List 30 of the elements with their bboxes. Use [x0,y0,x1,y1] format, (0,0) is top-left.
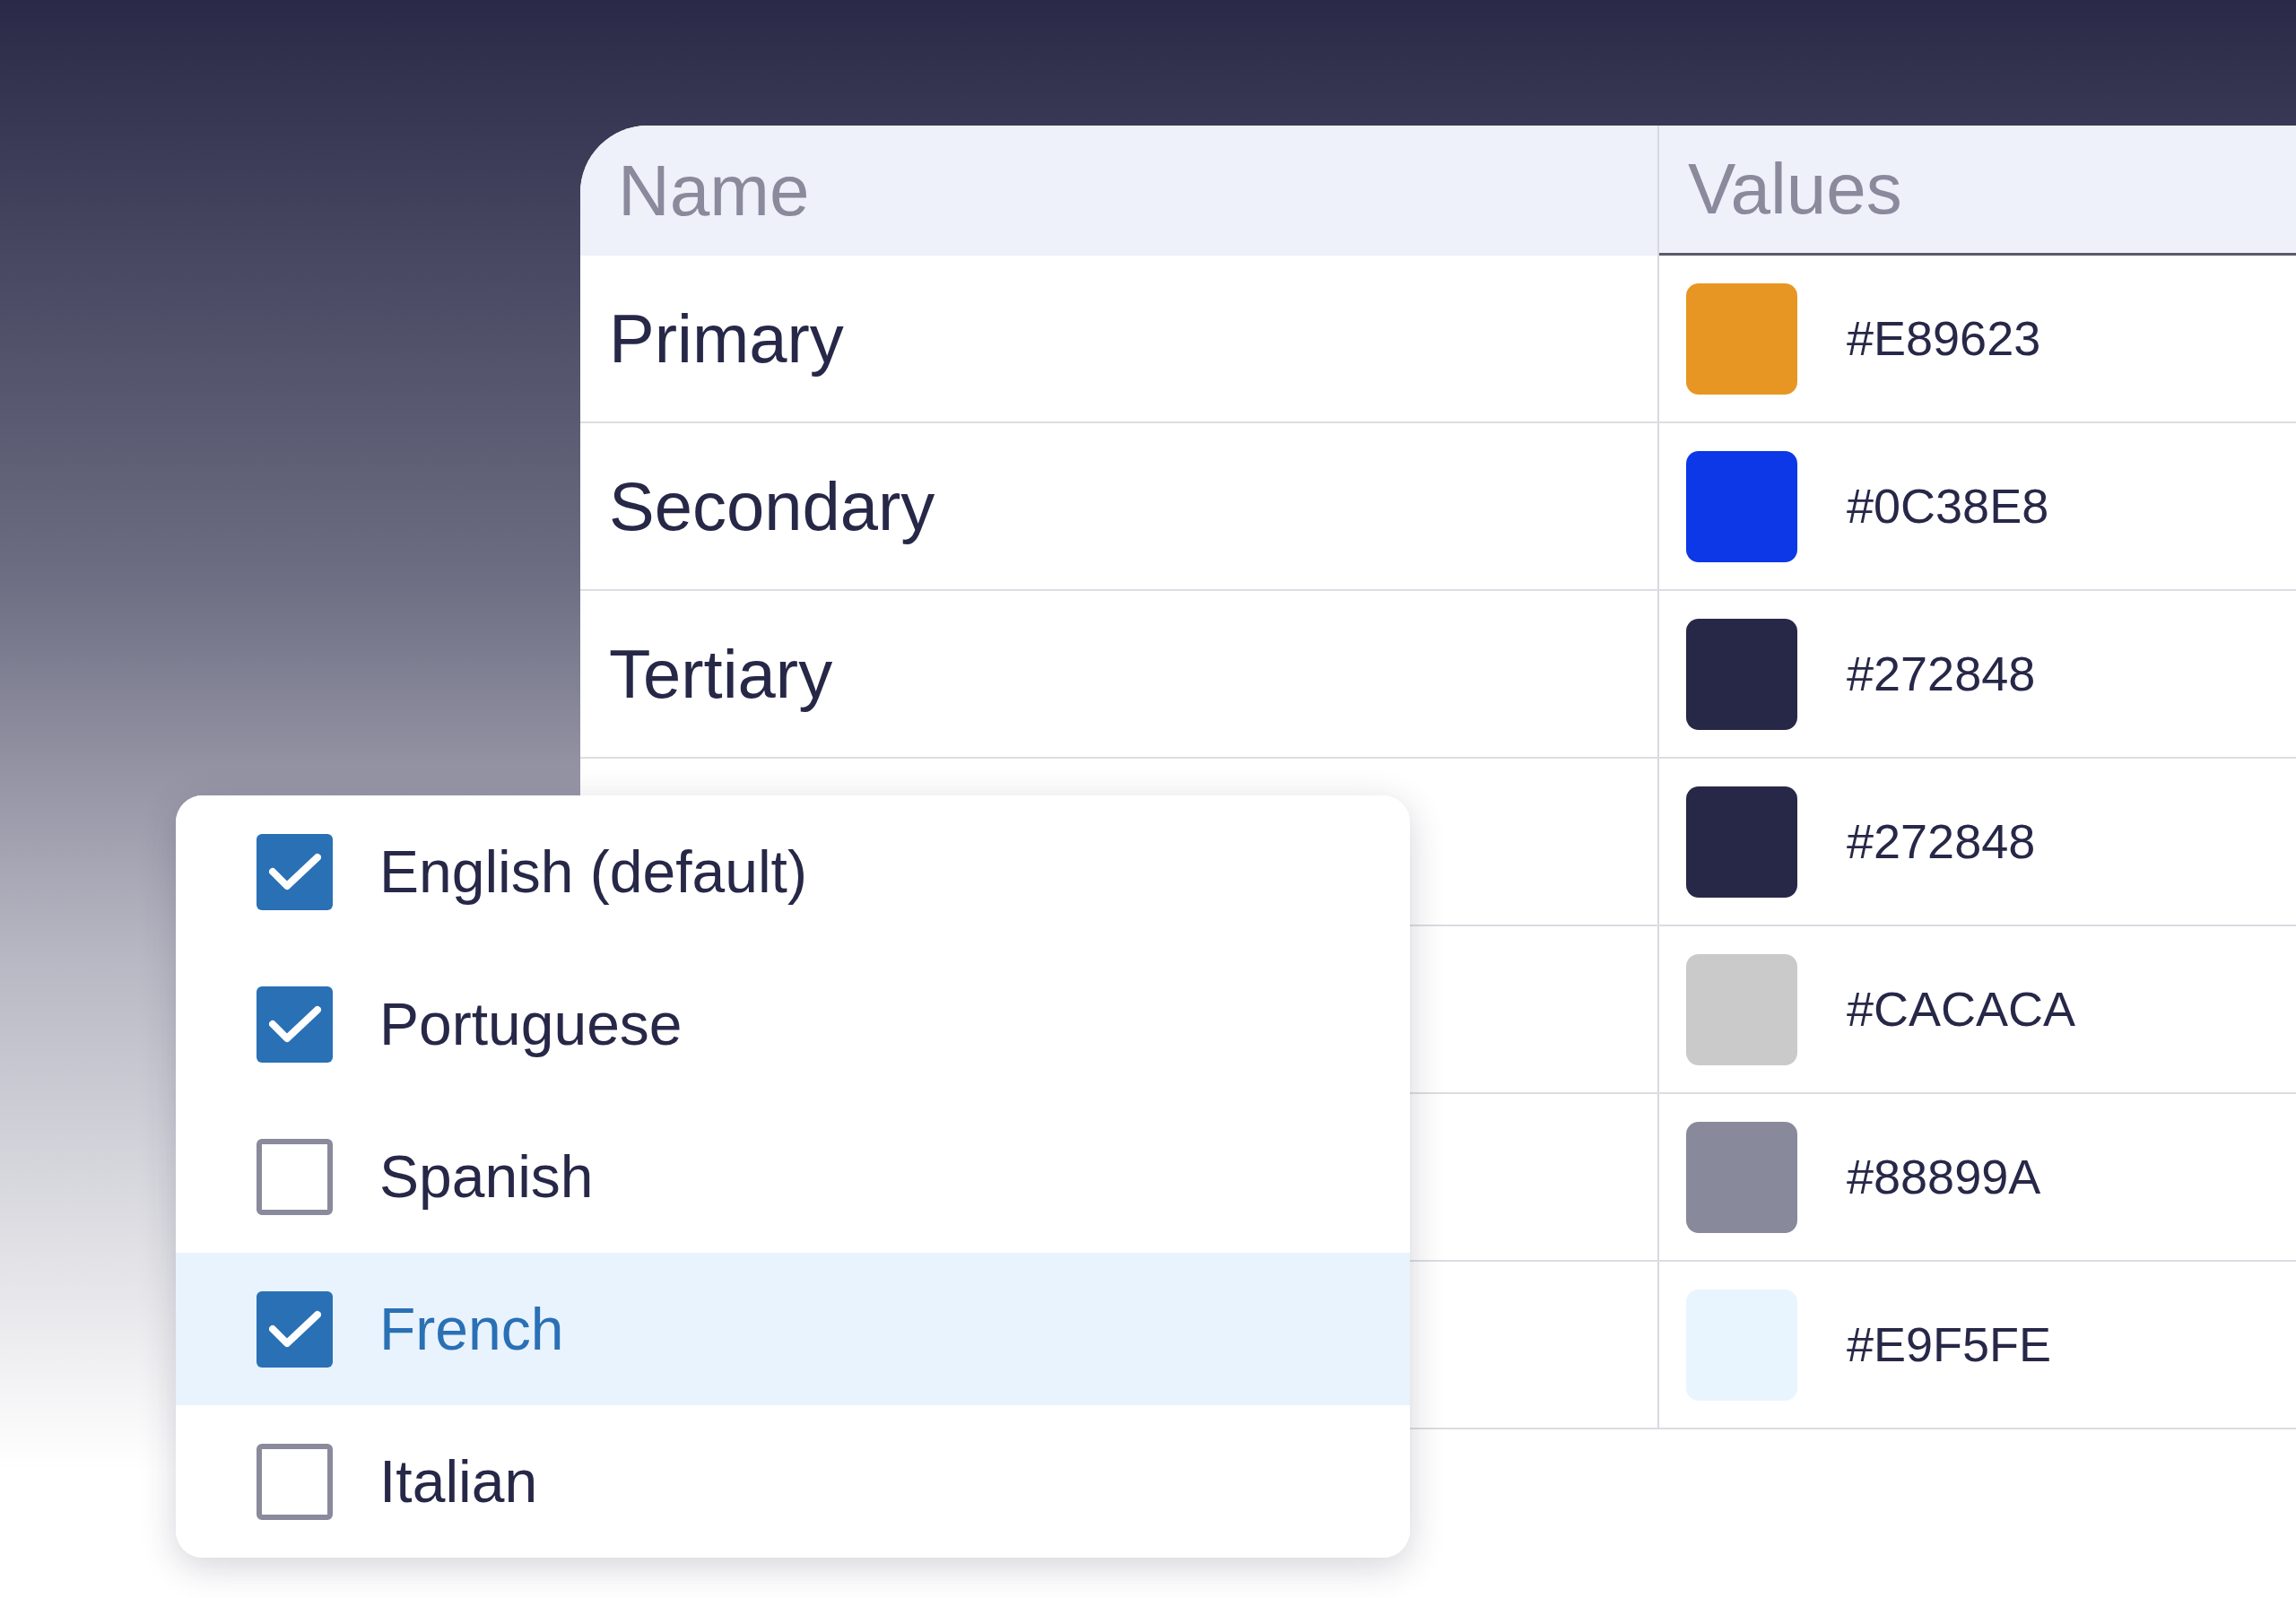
table-cell-text: Secondary [609,466,935,546]
check-icon [268,852,321,891]
checkbox[interactable] [257,833,333,910]
check-icon [268,1004,321,1044]
table-cell-text: #CACACA [1847,981,2076,1038]
menu-item-label: Spanish [379,1142,594,1212]
table-cell-text: #E9F5FE [1847,1316,2052,1373]
table-cell-text: Primary [609,299,844,378]
table-cell-text: #272848 [1847,646,2036,702]
column-header: Name [618,149,810,232]
table-cell-text: #E89623 [1847,310,2041,367]
table-cell-text: #272848 [1847,813,2036,870]
checkbox[interactable] [257,1138,333,1215]
table-cell-text: #0C38E8 [1847,478,2049,534]
check-icon [268,1309,321,1349]
checkbox[interactable] [257,986,333,1063]
table-cell-text: #88899A [1847,1149,2041,1205]
menu-item-label: Italian [379,1446,538,1516]
menu-item-label: French [379,1294,564,1364]
table-cell-text: Tertiary [609,634,833,714]
checkbox[interactable] [257,1443,333,1520]
menu-item[interactable]: French [176,1253,1410,1405]
menu-item[interactable]: Italian [176,1405,1410,1558]
checkbox[interactable] [257,1290,333,1368]
menu-item[interactable]: English (default) [176,795,1410,948]
menu-item[interactable]: Portuguese [176,948,1410,1100]
menu-item-label: Portuguese [379,989,683,1059]
menu-item[interactable]: Spanish [176,1100,1410,1253]
menu-item-label: English (default) [379,837,807,907]
column-header: Values [1688,148,1902,230]
